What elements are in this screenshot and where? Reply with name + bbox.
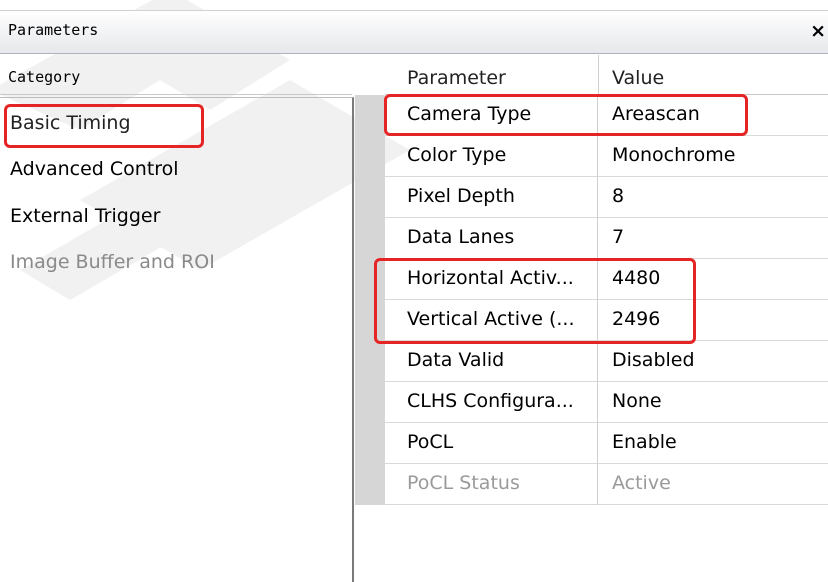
parameter-name: Data Valid: [385, 341, 598, 382]
parameter-name: Camera Type: [385, 95, 598, 136]
row-header-gutter: [355, 95, 385, 505]
table-row[interactable]: Data Lanes 7: [385, 218, 828, 259]
table-row[interactable]: CLHS Configura... None: [385, 382, 828, 423]
parameter-value[interactable]: 2496: [598, 300, 828, 341]
parameter-value[interactable]: None: [598, 382, 828, 423]
category-item-basic-timing[interactable]: Basic Timing: [10, 112, 131, 134]
parameter-name: CLHS Configura...: [385, 382, 598, 423]
parameter-name: Vertical Active (...: [385, 300, 598, 341]
table-row[interactable]: Data Valid Disabled: [385, 341, 828, 382]
table-row[interactable]: PoCL Status Active: [385, 464, 828, 505]
column-header-parameter[interactable]: Parameter: [385, 55, 598, 95]
parameter-value[interactable]: Areascan: [598, 95, 828, 136]
parameter-value[interactable]: 8: [598, 177, 828, 218]
table-row[interactable]: Vertical Active (... 2496: [385, 300, 828, 341]
parameter-name: Horizontal Activ...: [385, 259, 598, 300]
parameter-name: Color Type: [385, 136, 598, 177]
close-icon[interactable]: ×: [810, 20, 826, 42]
parameter-value[interactable]: Disabled: [598, 341, 828, 382]
table-row[interactable]: Pixel Depth 8: [385, 177, 828, 218]
category-list: Basic Timing Advanced Control External T…: [0, 97, 354, 582]
parameter-value[interactable]: Monochrome: [598, 136, 828, 177]
category-item-advanced-control[interactable]: Advanced Control: [10, 158, 179, 180]
category-item-external-trigger[interactable]: External Trigger: [10, 205, 160, 227]
panel-title: Parameters: [8, 21, 99, 39]
parameter-value[interactable]: 7: [598, 218, 828, 259]
parameter-grid: Parameter Value Camera Type Areascan Col…: [355, 55, 828, 582]
panel-titlebar: Parameters ×: [0, 10, 828, 54]
parameter-value[interactable]: Active: [598, 464, 828, 505]
parameter-value[interactable]: Enable: [598, 423, 828, 464]
parameter-name: Data Lanes: [385, 218, 598, 259]
table-row[interactable]: Camera Type Areascan: [385, 95, 828, 136]
table-row[interactable]: Horizontal Activ... 4480: [385, 259, 828, 300]
parameter-name: PoCL Status: [385, 464, 598, 505]
parameter-name: Pixel Depth: [385, 177, 598, 218]
parameter-value[interactable]: 4480: [598, 259, 828, 300]
category-item-image-buffer-roi[interactable]: Image Buffer and ROI: [10, 251, 215, 273]
column-header-value[interactable]: Value: [598, 55, 828, 95]
grid-corner: [355, 55, 385, 95]
table-row[interactable]: PoCL Enable: [385, 423, 828, 464]
category-header: Category: [0, 55, 352, 95]
parameter-name: PoCL: [385, 423, 598, 464]
table-row[interactable]: Color Type Monochrome: [385, 136, 828, 177]
